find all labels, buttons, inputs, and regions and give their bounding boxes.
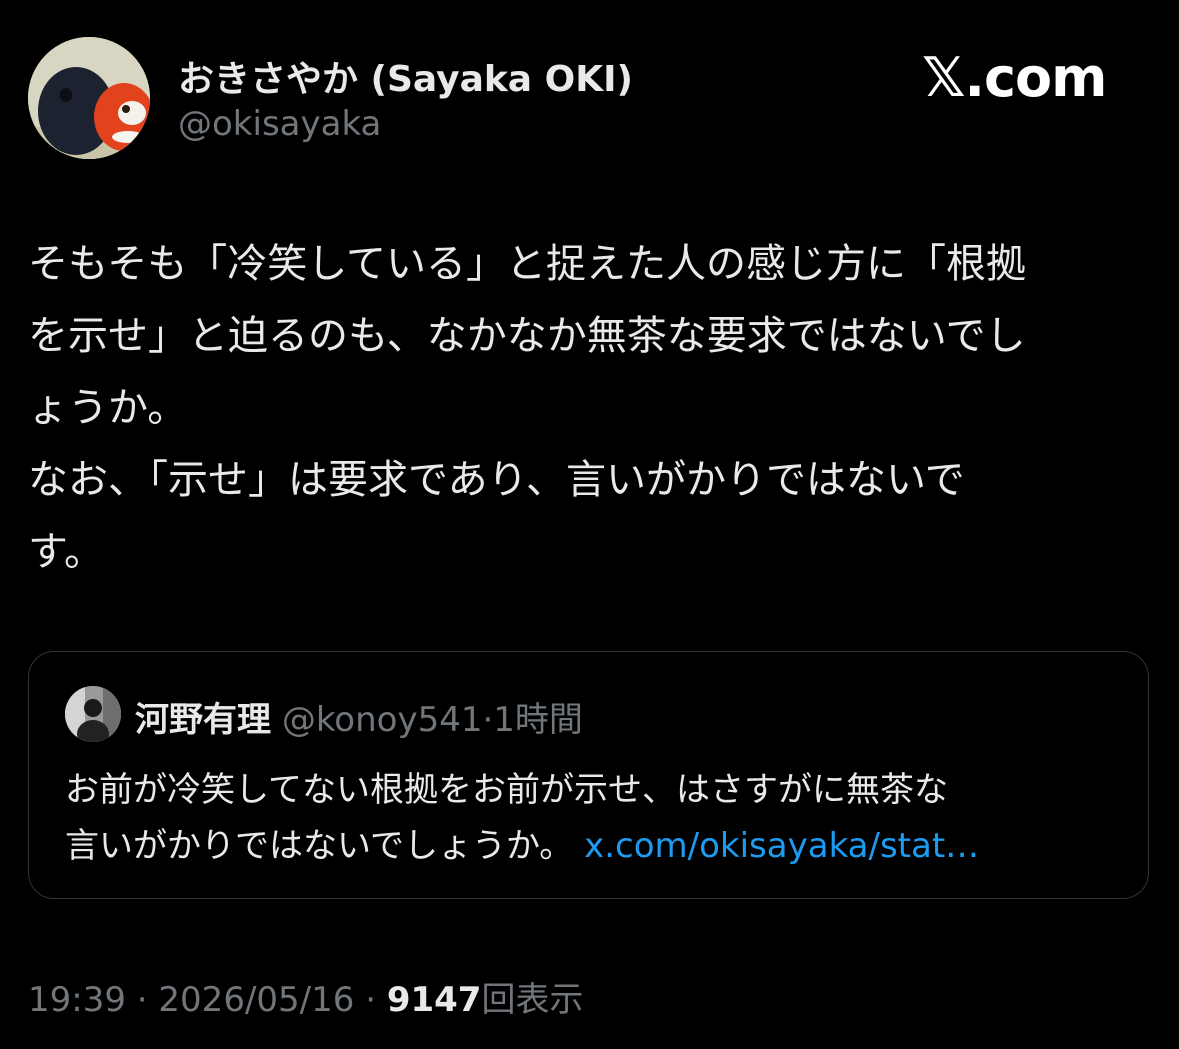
quote-avatar-photo	[65, 686, 121, 742]
quote-link[interactable]: x.com/okisayaka/stat…	[584, 826, 979, 866]
quote-author-handle[interactable]: @konoy541	[282, 700, 483, 740]
tweet-time[interactable]: 19:39	[28, 980, 126, 1020]
views-count: 9147	[386, 980, 482, 1020]
avatar-photo	[28, 37, 150, 159]
quote-line-2: 言いがかりではないでしょうか。 x.com/okisayaka/stat…	[65, 818, 1125, 874]
author-handle[interactable]: @okisayaka	[178, 104, 381, 144]
tweet-date[interactable]: 2026/05/16	[158, 980, 354, 1020]
tweet-line: ょうか。	[28, 385, 188, 431]
quote-line: お前が冷笑してない根拠をお前が示せ、はさすがに無茶な	[65, 770, 948, 810]
x-logo: 𝕏.com	[922, 46, 1107, 109]
tweet-line: なお、「示せ」は要求であり、言いがかりではないで	[28, 457, 965, 503]
tweet-meta: 19:39 · 2026/05/16 · 9147回表示	[28, 972, 583, 1021]
author-display-name[interactable]: おきさやか (Sayaka OKI)	[178, 50, 633, 102]
quote-separator: ·	[482, 700, 494, 740]
quote-header: 河野有理 @konoy541·1時間	[135, 692, 583, 741]
quote-line: 言いがかりではないでしょうか。	[65, 826, 574, 866]
meta-separator: ·	[136, 980, 148, 1020]
views-label: 回表示	[481, 980, 584, 1020]
author-avatar[interactable]	[28, 37, 150, 159]
quote-author-avatar[interactable]	[65, 686, 121, 742]
tweet-line: す。	[28, 529, 104, 575]
meta-separator: ·	[365, 980, 377, 1020]
quote-text: お前が冷笑してない根拠をお前が示せ、はさすがに無茶な 言いがかりではないでしょう…	[65, 762, 1125, 874]
tweet-line: を示せ」と迫るのも、なかなか無茶な要求ではないでし	[28, 313, 1026, 359]
quote-timestamp[interactable]: 1時間	[493, 700, 583, 740]
quote-author-name[interactable]: 河野有理	[135, 700, 271, 740]
tweet-text: そもそも「冷笑している」と捉えた人の感じ方に「根拠 を示せ」と迫るのも、なかなか…	[28, 228, 1156, 588]
quoted-tweet-card[interactable]: 河野有理 @konoy541·1時間 お前が冷笑してない根拠をお前が示せ、はさす…	[28, 651, 1149, 899]
tweet-line: そもそも「冷笑している」と捉えた人の感じ方に「根拠	[28, 241, 1026, 287]
